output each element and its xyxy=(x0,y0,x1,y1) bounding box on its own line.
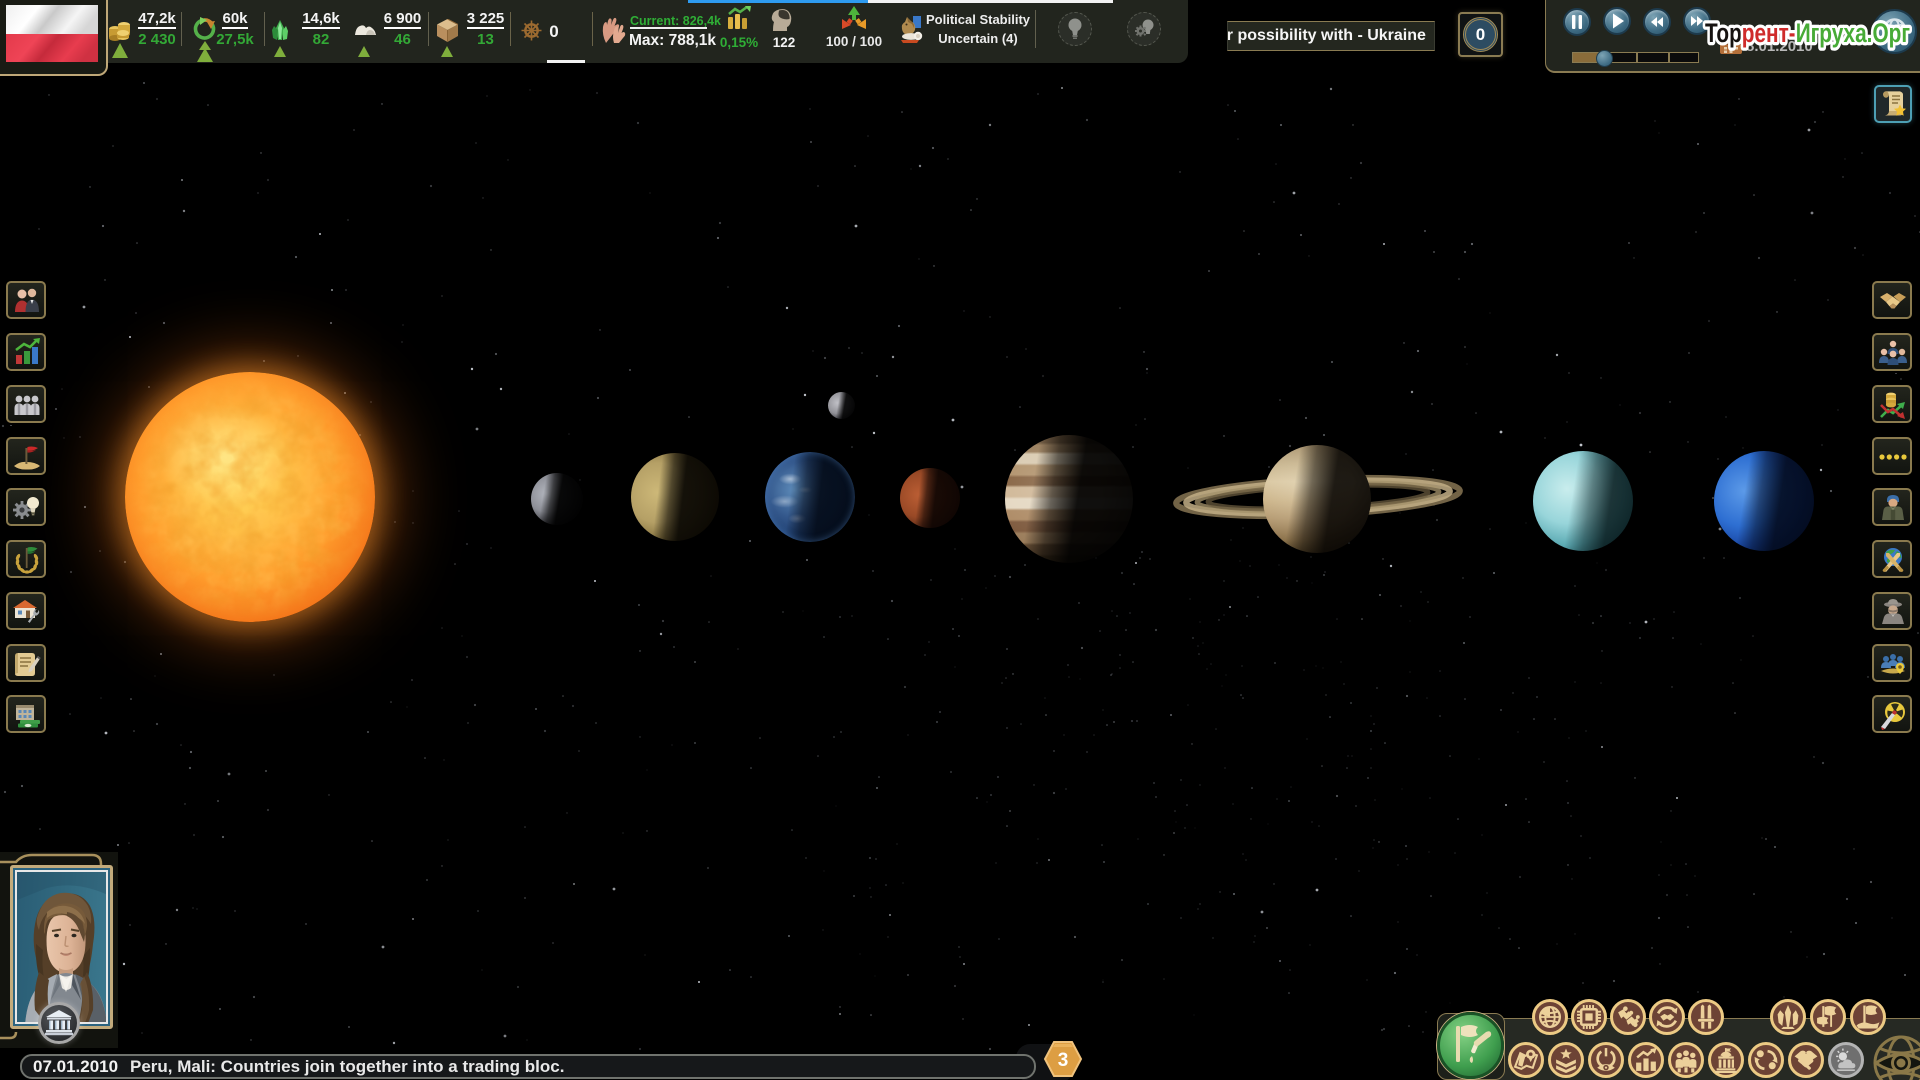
svg-text:3: 3 xyxy=(1058,1050,1069,1071)
svg-text:Торрент-Игруха.Орг: Торрент-Игруха.Орг xyxy=(1705,18,1910,48)
